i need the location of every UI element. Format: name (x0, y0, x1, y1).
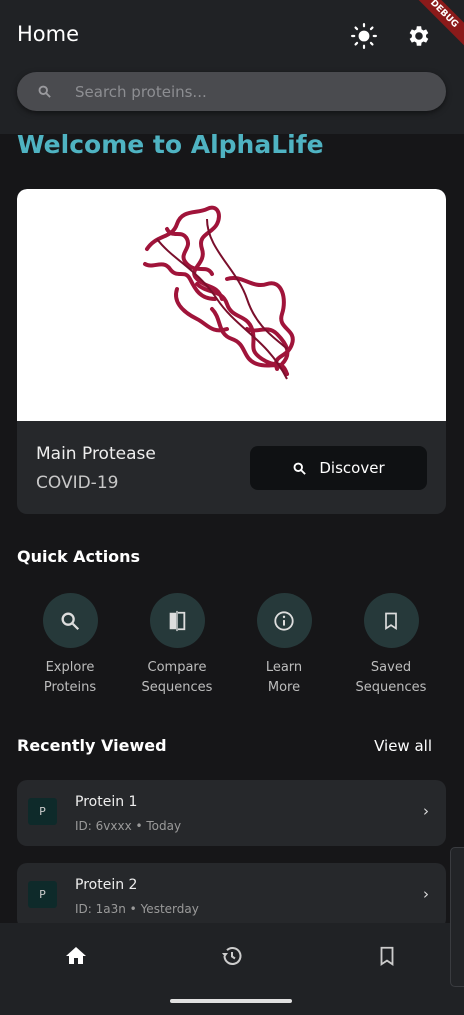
chevron-right-icon: › (423, 885, 429, 903)
quick-action-label: Proteins (43, 680, 97, 695)
recent-item[interactable]: P Protein 2 ID: 1a3n • Yesterday › (17, 863, 446, 929)
settings-gear-icon[interactable] (404, 22, 432, 50)
view-all-link[interactable]: View all (374, 737, 432, 755)
recent-item-meta: ID: 1a3n • Yesterday (75, 902, 199, 916)
protein-structure-image (17, 189, 446, 421)
protein-avatar: P (28, 881, 57, 908)
nav-history-icon[interactable] (216, 940, 248, 972)
quick-action-label: Saved (370, 660, 412, 675)
search-icon (293, 462, 307, 475)
search-input[interactable] (75, 72, 425, 111)
quick-action-explore-proteins[interactable]: Explore Proteins (20, 593, 120, 698)
welcome-heading: Welcome to AlphaLife (17, 130, 324, 159)
quick-action-label: Sequences (355, 680, 427, 695)
app-bar: Home DEBUG (0, 0, 464, 134)
recent-item-name: Protein 1 (75, 794, 138, 810)
bookmark-icon (385, 612, 397, 630)
discover-label: Discover (319, 459, 385, 477)
protein-subtitle: COVID-19 (36, 473, 119, 493)
quick-action-label: Compare (147, 660, 207, 675)
featured-protein-card[interactable]: Main Protease COVID-19 Discover (17, 189, 446, 514)
search-icon (38, 85, 51, 98)
info-icon (274, 610, 294, 631)
nav-home-icon[interactable] (60, 940, 92, 972)
search-bar[interactable] (17, 72, 446, 111)
protein-avatar: P (28, 798, 57, 825)
recent-item-meta: ID: 6vxxx • Today (75, 819, 182, 833)
quick-action-label: Explore (45, 660, 95, 675)
theme-toggle-sun-icon[interactable] (350, 22, 378, 50)
compare-icon (169, 610, 186, 631)
gesture-handle[interactable] (170, 999, 292, 1003)
quick-action-saved-sequences[interactable]: Saved Sequences (341, 593, 441, 698)
overlay-side-panel[interactable] (450, 847, 464, 987)
protein-name: Main Protease (36, 444, 156, 464)
chevron-right-icon: › (423, 802, 429, 820)
quick-action-label: More (267, 680, 301, 695)
search-icon (61, 612, 80, 630)
page-title: Home (17, 22, 80, 46)
nav-saved-bookmark-icon[interactable] (371, 940, 403, 972)
recent-item-name: Protein 2 (75, 877, 138, 893)
quick-action-learn-more[interactable]: Learn More (234, 593, 334, 698)
quick-actions-heading: Quick Actions (17, 547, 141, 566)
recent-item[interactable]: P Protein 1 ID: 6vxxx • Today › (17, 780, 446, 846)
quick-action-label: Learn (265, 660, 303, 675)
quick-action-label: Sequences (141, 680, 213, 695)
recently-viewed-heading: Recently Viewed (17, 736, 167, 755)
quick-action-compare-sequences[interactable]: Compare Sequences (127, 593, 227, 698)
discover-button[interactable]: Discover (250, 446, 427, 490)
